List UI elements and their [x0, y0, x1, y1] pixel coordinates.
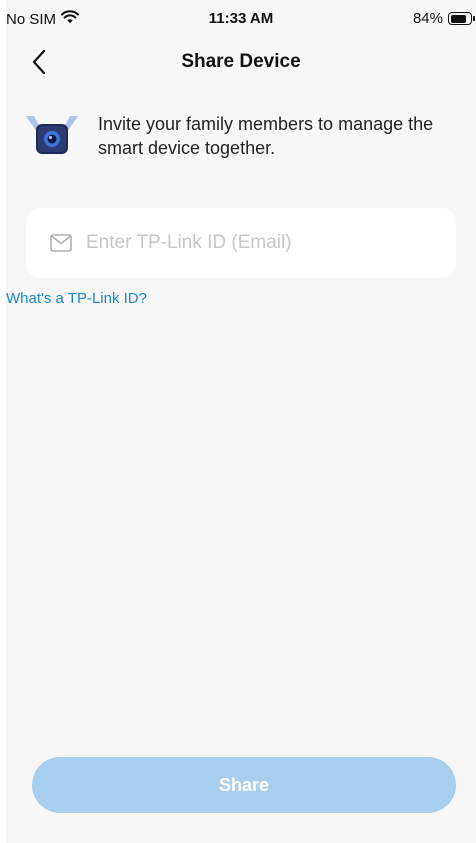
battery-icon	[448, 12, 475, 25]
status-bar: No SIM 11:33 AM 84%	[6, 0, 476, 38]
mail-icon	[50, 234, 72, 252]
share-device-screen: No SIM 11:33 AM 84% Share Device Invite …	[6, 0, 476, 843]
battery-percent: 84%	[412, 10, 443, 27]
intro-description: Invite your family members to manage the…	[98, 114, 434, 158]
share-button[interactable]: Share	[32, 757, 456, 813]
tp-link-id-help-link[interactable]: What's a TP-Link ID?	[6, 290, 147, 307]
email-field[interactable]	[26, 208, 456, 278]
status-time: 11:33 AM	[208, 10, 274, 27]
page-title: Share Device	[181, 51, 301, 72]
battery-cap	[473, 16, 475, 21]
intro-section: Invite your family members to manage the…	[24, 112, 464, 160]
status-right: 84%	[412, 10, 475, 27]
battery-level-fill	[450, 14, 467, 23]
nav-bar: Share Device	[6, 38, 476, 88]
tp-link-id-input[interactable]	[86, 232, 426, 254]
camera-icon	[24, 114, 80, 158]
